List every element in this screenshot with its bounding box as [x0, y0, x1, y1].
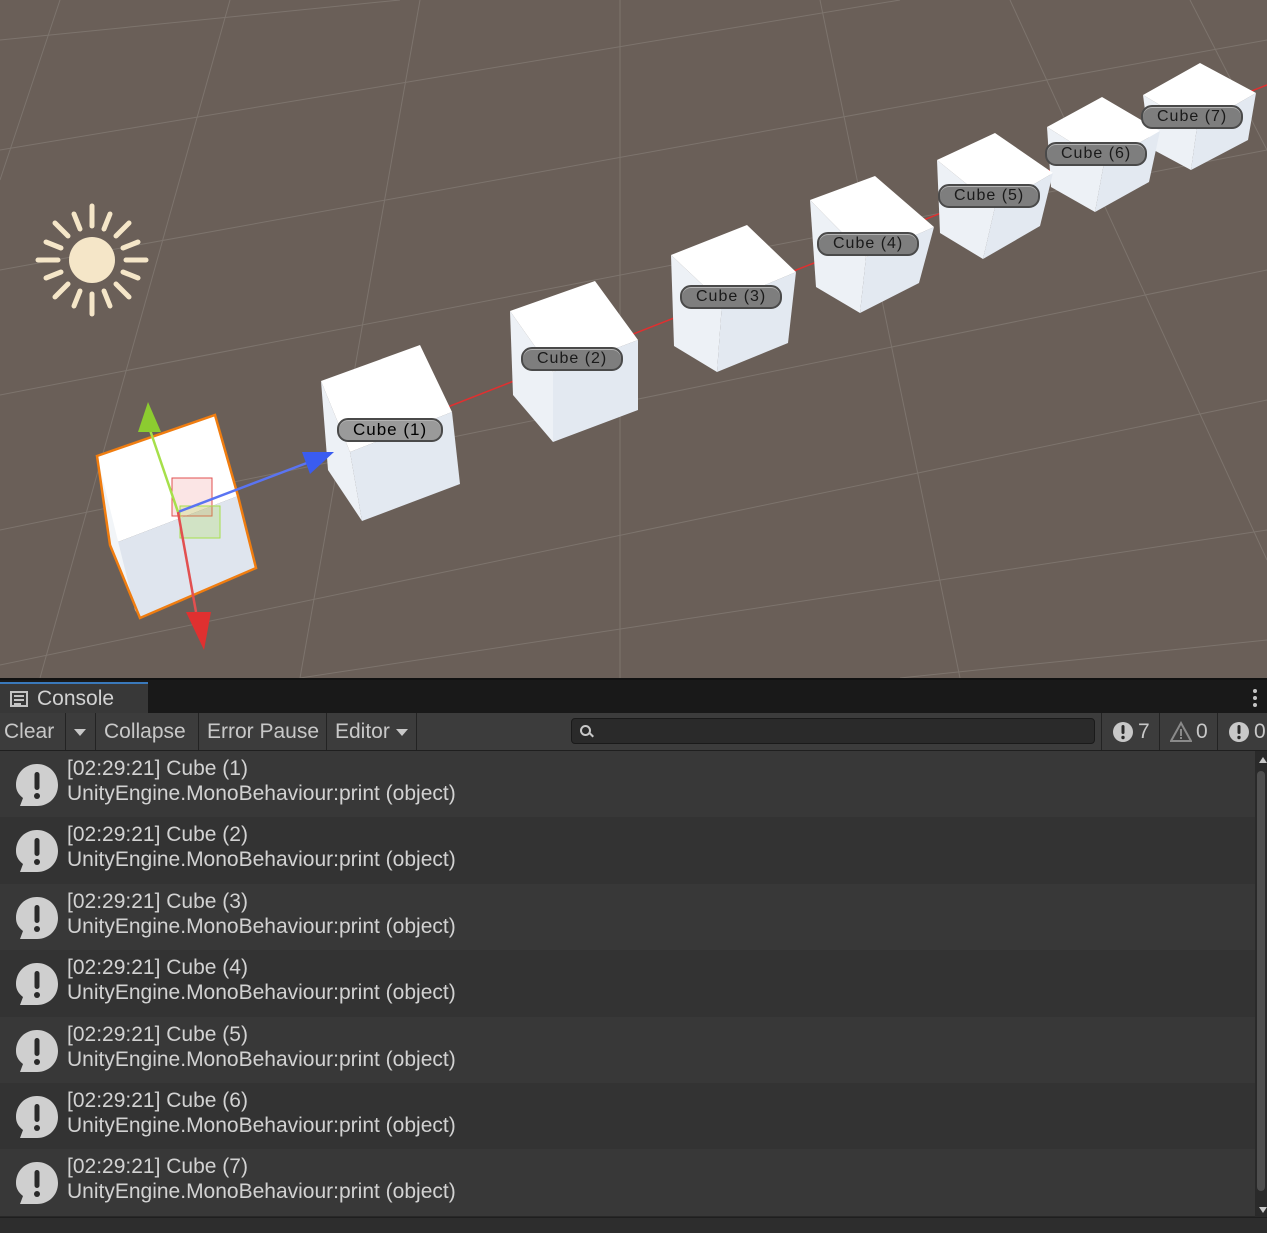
log-scrollbar[interactable]: [1255, 751, 1267, 1217]
log-entry-source: UnityEngine.MonoBehaviour:print (object): [67, 1047, 456, 1071]
info-message-icon: [16, 830, 58, 873]
log-entry[interactable]: [02:29:21] Cube (4) UnityEngine.MonoBeha…: [0, 950, 1255, 1017]
info-icon: [1113, 722, 1133, 742]
log-entry-source: UnityEngine.MonoBehaviour:print (object): [67, 1113, 456, 1137]
info-message-icon: [16, 1095, 58, 1138]
scroll-up-icon[interactable]: [1259, 757, 1267, 763]
directional-light-icon[interactable]: [35, 203, 149, 317]
log-entry-title: [02:29:21] Cube (7): [67, 1155, 248, 1179]
error-pause-toggle[interactable]: Error Pause: [199, 713, 327, 750]
x-axis-arrow-handle: [186, 612, 211, 650]
info-message-icon: [16, 963, 58, 1006]
scene-viewport[interactable]: [0, 0, 1267, 678]
log-entry-title: [02:29:21] Cube (2): [67, 823, 248, 847]
scroll-down-icon[interactable]: [1259, 1207, 1267, 1213]
cube-label-3[interactable]: Cube (3): [680, 285, 783, 309]
cube-label-5[interactable]: Cube (5): [938, 184, 1041, 208]
log-entry[interactable]: [02:29:21] Cube (5) UnityEngine.MonoBeha…: [0, 1016, 1255, 1083]
log-entry-source: UnityEngine.MonoBehaviour:print (object): [67, 981, 456, 1005]
chevron-down-icon: [74, 728, 86, 736]
error-icon: [1229, 722, 1249, 742]
log-entry-source: UnityEngine.MonoBehaviour:print (object): [67, 848, 456, 872]
warning-count-toggle[interactable]: 0: [1159, 713, 1217, 750]
info-message-icon: [16, 896, 58, 939]
log-entry-title: [02:29:21] Cube (1): [67, 757, 248, 780]
log-entry[interactable]: [02:29:21] Cube (7) UnityEngine.MonoBeha…: [0, 1149, 1255, 1216]
console-tab-bar: Console: [0, 678, 1267, 715]
cube-label-1[interactable]: Cube (1): [337, 418, 444, 442]
cube-label-7[interactable]: Cube (7): [1141, 105, 1244, 129]
log-entry-title: [02:29:21] Cube (4): [67, 956, 248, 980]
info-message-icon: [16, 764, 58, 806]
log-entry[interactable]: [02:29:21] Cube (2) UnityEngine.MonoBeha…: [0, 817, 1255, 884]
scrollbar-thumb[interactable]: [1257, 771, 1265, 1191]
chevron-down-icon: [395, 728, 408, 736]
warning-icon: [1170, 721, 1192, 742]
log-entry[interactable]: [02:29:21] Cube (6) UnityEngine.MonoBeha…: [0, 1082, 1255, 1150]
cube-label-2[interactable]: Cube (2): [521, 347, 624, 371]
y-axis-arrow-handle: [138, 402, 161, 432]
console-log-list[interactable]: [02:29:21] Cube (1) UnityEngine.MonoBeha…: [0, 751, 1255, 1217]
info-count: 7: [1138, 720, 1150, 743]
clear-options-dropdown[interactable]: [66, 713, 96, 750]
error-count: 0: [1254, 720, 1266, 743]
log-entry-source: UnityEngine.MonoBehaviour:print (object): [67, 782, 456, 805]
editor-dropdown-label: Editor: [335, 720, 390, 743]
info-message-icon: [16, 1029, 58, 1072]
search-icon: [580, 725, 594, 738]
collapse-toggle[interactable]: Collapse: [96, 713, 199, 750]
scene-view[interactable]: Cube (1) Cube (2) Cube (3) Cube (4) Cube…: [0, 0, 1267, 678]
log-entry-title: [02:29:21] Cube (3): [67, 889, 248, 913]
log-entry-source: UnityEngine.MonoBehaviour:print (object): [67, 1180, 456, 1204]
cube-label-4[interactable]: Cube (4): [817, 232, 920, 256]
console-panel: Console Clear Collapse Error Pause Edito…: [0, 678, 1267, 1233]
info-message-icon: [16, 1162, 58, 1205]
info-count-toggle[interactable]: 7: [1101, 713, 1159, 750]
search-input[interactable]: [571, 718, 1095, 744]
tab-console[interactable]: Console: [0, 682, 148, 715]
cube-label-6[interactable]: Cube (6): [1045, 142, 1148, 166]
error-count-toggle[interactable]: 0: [1217, 713, 1267, 750]
console-list-icon: [10, 691, 28, 707]
console-detail-splitter[interactable]: [0, 1217, 1267, 1233]
log-entry-title: [02:29:21] Cube (5): [67, 1022, 248, 1046]
log-entry[interactable]: [02:29:21] Cube (1) UnityEngine.MonoBeha…: [0, 751, 1255, 818]
tab-console-label: Console: [37, 687, 115, 710]
warning-count: 0: [1196, 720, 1208, 743]
log-entry[interactable]: [02:29:21] Cube (3) UnityEngine.MonoBeha…: [0, 883, 1255, 951]
log-entry-source: UnityEngine.MonoBehaviour:print (object): [67, 914, 456, 938]
kebab-menu-icon[interactable]: [1253, 689, 1257, 710]
log-entry-title: [02:29:21] Cube (6): [67, 1088, 248, 1112]
clear-button[interactable]: Clear: [0, 713, 66, 750]
editor-dropdown[interactable]: Editor: [327, 713, 417, 750]
console-toolbar: Clear Collapse Error Pause Editor 7 0 0: [0, 713, 1267, 751]
